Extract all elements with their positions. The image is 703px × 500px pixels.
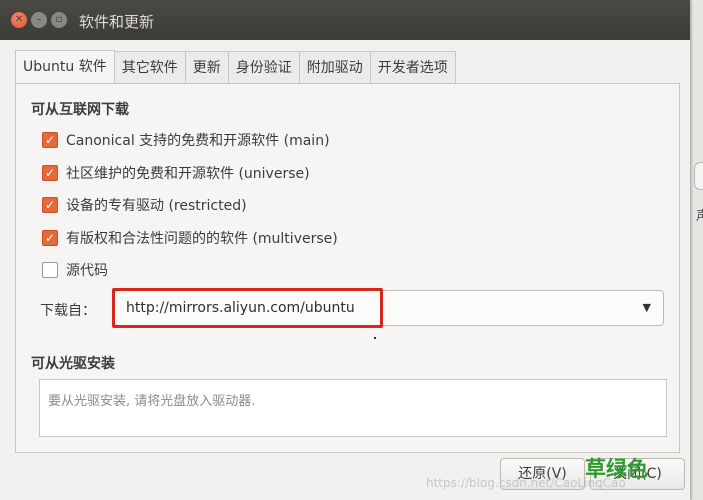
checkbox-row-main[interactable]: ✓ Canonical 支持的免费和开源软件 (main) bbox=[42, 130, 330, 150]
window-title: 软件和更新 bbox=[79, 13, 155, 31]
internet-section-title: 可从互联网下载 bbox=[31, 102, 129, 118]
checkbox-row-universe[interactable]: ✓ 社区维护的免费和开源软件 (universe) bbox=[42, 163, 310, 183]
tab-ubuntu-software[interactable]: Ubuntu 软件 bbox=[15, 50, 115, 84]
checkbox-label-multiverse: 有版权和合法性问题的的软件 (multiverse) bbox=[66, 231, 338, 247]
minimize-icon: – bbox=[36, 14, 42, 25]
annotation-dot bbox=[374, 337, 376, 339]
titlebar: ✕ – ▫ 软件和更新 bbox=[0, 0, 690, 40]
checkbox-row-source-code[interactable]: 源代码 bbox=[42, 260, 108, 280]
close-window-button[interactable]: ✕ bbox=[11, 12, 27, 28]
maximize-icon: ▫ bbox=[55, 14, 63, 25]
checkbox-multiverse[interactable]: ✓ bbox=[42, 230, 58, 246]
tab-additional-drivers[interactable]: 附加驱动 bbox=[299, 51, 371, 84]
checkbox-main[interactable]: ✓ bbox=[42, 132, 58, 148]
checkbox-universe[interactable]: ✓ bbox=[42, 165, 58, 181]
background-window bbox=[690, 0, 703, 500]
minimize-window-button[interactable]: – bbox=[31, 12, 47, 28]
background-text-fragment: 声 bbox=[696, 209, 703, 224]
download-from-label: 下载自： bbox=[40, 303, 96, 319]
tab-authentication[interactable]: 身份验证 bbox=[228, 51, 300, 84]
close-icon: ✕ bbox=[14, 14, 24, 25]
checkbox-source-code[interactable] bbox=[42, 262, 58, 278]
watermark: https://blog.csdn.net/CaoLinqCao bbox=[426, 476, 626, 490]
cdrom-placeholder-text: 要从光驱安装, 请将光盘放入驱动器. bbox=[48, 394, 256, 409]
cdrom-section-title: 可从光驱安装 bbox=[31, 356, 115, 372]
checkbox-label-restricted: 设备的专有驱动 (restricted) bbox=[66, 198, 247, 214]
checkbox-label-universe: 社区维护的免费和开源软件 (universe) bbox=[66, 166, 310, 182]
checkbox-restricted[interactable]: ✓ bbox=[42, 197, 58, 213]
tab-other-software[interactable]: 其它软件 bbox=[114, 51, 186, 84]
background-toggle bbox=[694, 162, 703, 190]
checkbox-row-restricted[interactable]: ✓ 设备的专有驱动 (restricted) bbox=[42, 195, 247, 215]
checkbox-row-multiverse[interactable]: ✓ 有版权和合法性问题的的软件 (multiverse) bbox=[42, 228, 338, 248]
tab-updates[interactable]: 更新 bbox=[185, 51, 229, 84]
checkbox-label-main: Canonical 支持的免费和开源软件 (main) bbox=[66, 133, 330, 149]
maximize-window-button[interactable]: ▫ bbox=[51, 12, 67, 28]
software-updates-window: ✕ – ▫ 软件和更新 Ubuntu 软件 其它软件 更新 身份验证 附加驱动 … bbox=[0, 0, 690, 500]
highlight-annotation-box bbox=[112, 288, 383, 328]
tab-developer-options[interactable]: 开发者选项 bbox=[370, 51, 456, 84]
checkbox-label-source-code: 源代码 bbox=[66, 263, 108, 279]
dropdown-arrow-icon: ▼ bbox=[642, 301, 651, 314]
tab-panel: 可从互联网下载 ✓ Canonical 支持的免费和开源软件 (main) ✓ … bbox=[15, 83, 680, 453]
tab-bar: Ubuntu 软件 其它软件 更新 身份验证 附加驱动 开发者选项 bbox=[15, 50, 456, 84]
cdrom-list[interactable]: 要从光驱安装, 请将光盘放入驱动器. bbox=[39, 379, 667, 437]
